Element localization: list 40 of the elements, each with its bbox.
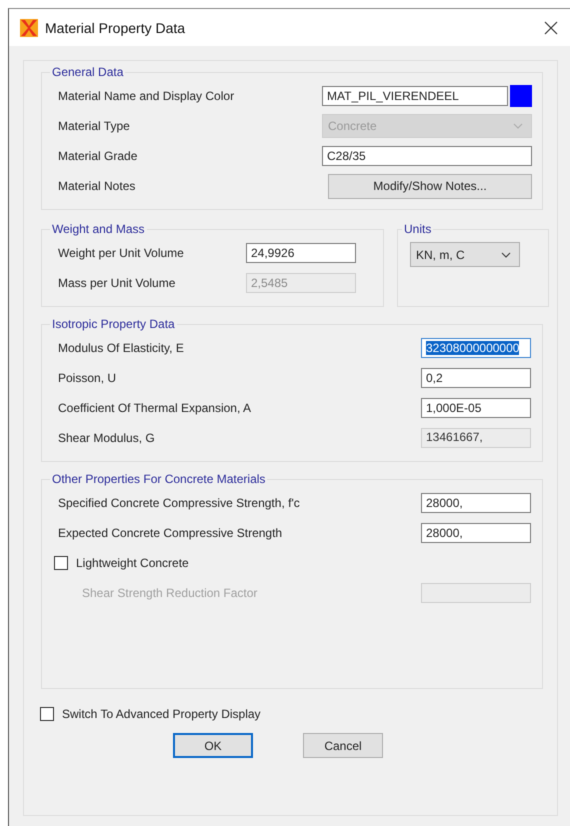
field-label: Material Type bbox=[58, 119, 131, 133]
checkbox-label: Lightweight Concrete bbox=[76, 556, 189, 570]
text-field[interactable]: 28000, bbox=[421, 493, 531, 513]
field-label: Mass per Unit Volume bbox=[58, 276, 176, 290]
app-logo-icon bbox=[19, 18, 39, 38]
field-label: Poisson, U bbox=[58, 371, 118, 385]
field-label: Coefficient Of Thermal Expansion, A bbox=[58, 401, 252, 415]
text-field[interactable]: 1,000E-05 bbox=[421, 398, 531, 418]
field-label: Material Notes bbox=[58, 179, 136, 193]
text-field[interactable]: MAT_PIL_VIERENDEEL bbox=[322, 86, 508, 106]
checkbox[interactable] bbox=[54, 556, 68, 570]
field-label: Shear Modulus, G bbox=[58, 431, 156, 445]
group-title: Isotropic Property Data bbox=[51, 317, 176, 331]
group-title: General Data bbox=[51, 65, 124, 79]
chevron-icon bbox=[513, 123, 523, 129]
text-field[interactable]: 0,2 bbox=[421, 368, 531, 388]
text-field[interactable]: 32308000000000 bbox=[421, 338, 531, 358]
checkbox[interactable] bbox=[40, 707, 54, 721]
field-label: Modulus Of Elasticity, E bbox=[58, 341, 185, 355]
notes-button[interactable]: Modify/Show Notes... bbox=[328, 174, 532, 198]
text-field[interactable]: 28000, bbox=[421, 523, 531, 543]
text-field[interactable]: 24,9926 bbox=[246, 243, 356, 263]
field-label: Weight per Unit Volume bbox=[58, 246, 185, 260]
close-icon[interactable] bbox=[544, 20, 558, 34]
cancel-button[interactable]: Cancel bbox=[303, 733, 383, 758]
color-swatch[interactable] bbox=[510, 85, 532, 107]
checkbox-label: Switch To Advanced Property Display bbox=[62, 707, 261, 721]
field-label: Specified Concrete Compressive Strength, f'c bbox=[58, 496, 301, 510]
units-dropdown[interactable]: KN, m, C bbox=[410, 242, 520, 267]
chevron-icon bbox=[501, 252, 511, 258]
text-field[interactable]: C28/35 bbox=[322, 146, 532, 166]
window-title: Material Property Data bbox=[45, 20, 186, 36]
group-title: Units bbox=[403, 222, 432, 236]
field-label: Material Name and Display Color bbox=[58, 89, 236, 103]
field-label: Expected Concrete Compressive Strength bbox=[58, 526, 284, 540]
field-label: Shear Strength Reduction Factor bbox=[81, 586, 258, 600]
field-label: Material Grade bbox=[58, 149, 138, 163]
group-title: Other Properties For Concrete Materials bbox=[51, 472, 266, 486]
group-title: Weight and Mass bbox=[51, 222, 146, 236]
ok-button[interactable]: OK bbox=[173, 733, 253, 758]
